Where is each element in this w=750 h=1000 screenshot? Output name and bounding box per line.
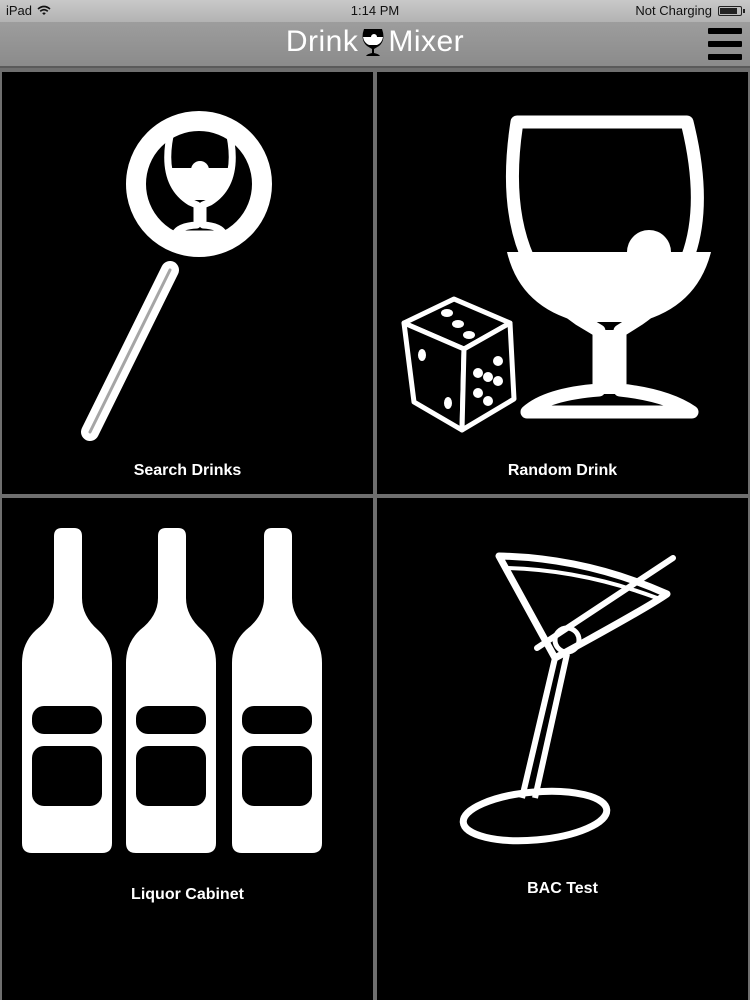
liquor-cabinet-tile[interactable]: Liquor Cabinet	[2, 498, 373, 1000]
hamburger-menu-icon[interactable]	[708, 28, 742, 60]
status-right: Not Charging	[635, 3, 745, 18]
menu-line	[708, 54, 742, 60]
menu-grid: Search Drinks Random Drink Liquor Cabine…	[0, 72, 750, 1000]
battery-icon	[718, 5, 745, 16]
bottles-icon	[22, 528, 322, 853]
magnifier-glass-icon	[81, 111, 272, 441]
random-drink-label: Random Drink	[507, 462, 618, 479]
charging-status: Not Charging	[635, 3, 712, 18]
menu-line	[708, 28, 742, 34]
nav-bar: Drink Mixer	[0, 22, 750, 68]
search-drinks-label: Search Drinks	[133, 462, 242, 479]
app-title-left: Drink	[285, 25, 359, 58]
search-drinks-tile[interactable]: Search Drinks	[2, 72, 373, 494]
status-bar: iPad 1:14 PM Not Charging	[0, 0, 750, 22]
bac-test-tile[interactable]: BAC Test	[377, 498, 748, 1000]
martini-icon	[459, 552, 676, 845]
menu-line	[708, 41, 742, 47]
app-title: Drink Mixer	[0, 25, 750, 59]
app-title-right: Mixer	[388, 25, 465, 58]
battery-fill	[720, 7, 737, 14]
random-drink-tile[interactable]: Random Drink	[377, 72, 748, 494]
brandy-glass-icon	[362, 29, 384, 56]
dice-and-glass-icon	[401, 115, 711, 433]
bac-test-label: BAC Test	[527, 880, 598, 897]
liquor-cabinet-label: Liquor Cabinet	[131, 886, 244, 903]
